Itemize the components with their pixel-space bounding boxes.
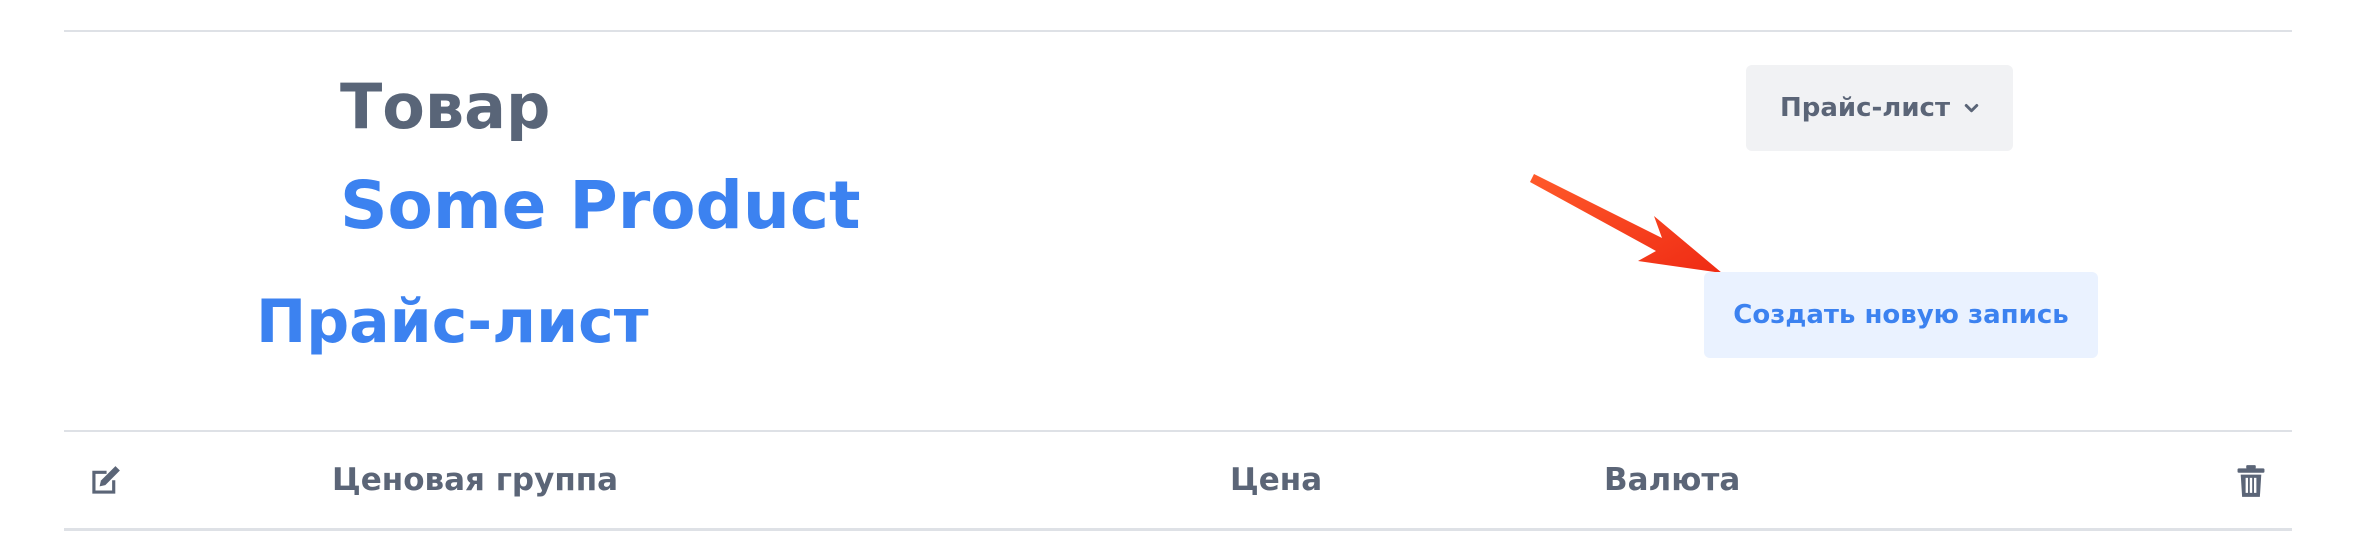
- entity-label: Товар: [340, 70, 551, 143]
- table-header-bottom-divider: [64, 528, 2292, 531]
- dropdown-button-label: Прайс-лист: [1779, 93, 1951, 123]
- column-header-price: Цена: [1230, 462, 1323, 498]
- trash-icon[interactable]: [2232, 462, 2270, 500]
- annotation-arrow: [1530, 174, 1722, 273]
- create-new-record-button[interactable]: Создать новую запись: [1704, 272, 2098, 358]
- section-title: Прайс-лист: [256, 287, 649, 357]
- table-header: Ценовая группа Цена Валюта: [64, 432, 2292, 528]
- entity-name-link[interactable]: Some Product: [340, 173, 861, 239]
- column-header-price-group: Ценовая группа: [332, 462, 619, 498]
- chevron-down-icon: [1964, 103, 1979, 112]
- edit-icon[interactable]: [86, 462, 124, 500]
- price-list-dropdown-button[interactable]: Прайс-лист: [1746, 65, 2013, 151]
- top-divider: [64, 30, 2292, 32]
- column-header-currency: Валюта: [1604, 462, 1741, 498]
